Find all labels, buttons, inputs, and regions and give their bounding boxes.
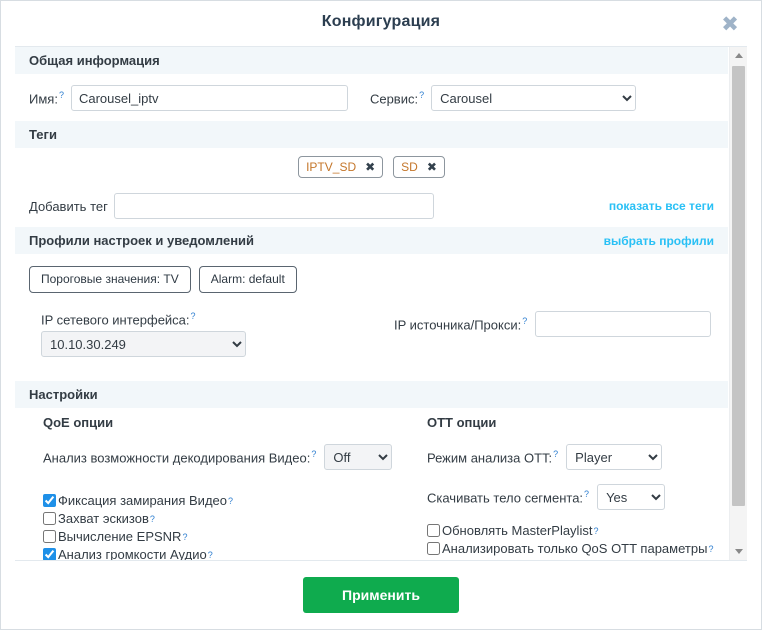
show-all-tags-link[interactable]: показать все теги [609,199,714,213]
service-label: Сервис:? [369,89,425,107]
proxy-ip-label: IP источника/Прокси:? [394,315,528,333]
name-input[interactable] [70,85,348,111]
scrollbar-thumb[interactable] [732,66,745,506]
dialog-content: Общая информация Имя:? Сервис:? Carousel… [15,47,728,560]
decode-analysis-label: Анализ возможности декодирования Видео:? [43,448,317,466]
section-title-tags: Теги [29,127,57,142]
settings-body: QoE опции Анализ возможности декодирован… [15,409,728,560]
decode-analysis-row: Анализ возможности декодирования Видео:?… [43,444,423,470]
checkbox-epsnr[interactable] [43,530,56,543]
checkbox-label-thumbnails[interactable]: Захват эскизов [58,511,149,526]
help-icon-name[interactable]: ? [59,90,64,100]
help-icon-ott-mode[interactable]: ? [553,449,558,459]
dialog-titlebar: Конфигурация ✖ [1,1,761,46]
ott-options-column: OTT опции Режим анализа OTT:? Player Ска… [427,415,728,558]
profile-button-threshold[interactable]: Пороговые значения: TV [29,265,191,293]
apply-button[interactable]: Применить [303,577,459,613]
configuration-dialog: Конфигурация ✖ Общая информация Имя:? Се… [0,0,762,630]
help-icon-audio-loudness[interactable]: ? [208,550,213,560]
segment-body-select[interactable]: Yes [597,484,666,510]
checkbox-video-freeze[interactable] [43,494,56,507]
help-icon-master-playlist[interactable]: ? [593,526,598,536]
help-icon-qos-only[interactable]: ? [708,544,713,554]
profile-buttons-row: Пороговые значения: TV Alarm: default [15,255,728,303]
general-info-row: Имя:? Сервис:? Carousel [15,75,728,121]
checkbox-label-audio-loudness[interactable]: Анализ громкости Аудио [58,547,207,560]
checkbox-row-audio-loudness: Анализ громкости Аудио ? [43,546,423,560]
content-scrollbar[interactable] [729,47,747,560]
checkbox-row-epsnr: Вычисление EPSNR ? [43,528,423,545]
checkbox-label-epsnr[interactable]: Вычисление EPSNR [58,529,181,544]
help-icon-thumbnails[interactable]: ? [150,514,155,524]
checkbox-row-master-playlist: Обновлять MasterPlaylist ? [427,522,728,539]
add-tag-input[interactable] [113,193,434,219]
checkbox-label-master-playlist[interactable]: Обновлять MasterPlaylist [442,523,592,538]
add-tag-label: Добавить тег [29,198,108,214]
ott-checkbox-list: Обновлять MasterPlaylist ? Анализировать… [427,522,728,557]
dialog-scroll-area: Общая информация Имя:? Сервис:? Carousel… [15,46,747,561]
network-block: IP сетевого интерфейса:? 10.10.30.249 IP… [15,303,728,381]
help-icon-segment-body[interactable]: ? [584,489,589,499]
close-icon[interactable]: ✖ [717,11,743,37]
proxy-ip-input[interactable] [535,311,712,337]
tag-chip[interactable]: SD ✖ [393,156,445,178]
add-tag-row: Добавить тег показать все теги [15,185,728,227]
section-title-settings: Настройки [29,387,98,402]
dialog-title: Конфигурация [321,13,441,30]
proxy-ip-group: IP источника/Прокси:? [394,311,712,337]
section-title-general: Общая информация [29,53,160,68]
ott-mode-row: Режим анализа OTT:? Player [427,444,728,470]
dialog-footer: Применить [1,561,761,629]
qoe-options-column: QoE опции Анализ возможности декодирован… [43,415,423,560]
scroll-up-icon[interactable] [730,47,747,64]
tag-label: SD [401,160,418,174]
checkbox-thumbnails[interactable] [43,512,56,525]
section-header-profiles: Профили настроек и уведомлений выбрать п… [15,227,728,255]
remove-tag-icon[interactable]: ✖ [365,161,375,173]
qoe-title: QoE опции [43,415,114,430]
help-icon-video-freeze[interactable]: ? [228,496,233,506]
remove-tag-icon[interactable]: ✖ [427,161,437,173]
checkbox-row-video-freeze: Фиксация замирания Видео ? [43,492,423,509]
tag-label: IPTV_SD [306,160,357,174]
checkbox-label-qos-only[interactable]: Анализировать только QoS OTT параметры [442,541,707,556]
interface-ip-label: IP сетевого интерфейса:? [41,311,196,328]
checkbox-qos-only[interactable] [427,542,440,555]
ott-title: OTT опции [427,415,497,430]
help-icon-decode[interactable]: ? [311,449,316,459]
help-icon-service[interactable]: ? [419,90,424,100]
decode-analysis-select[interactable]: Off [324,444,393,470]
checkbox-row-qos-only: Анализировать только QoS OTT параметры ? [427,540,728,557]
interface-ip-group: IP сетевого интерфейса:? 10.10.30.249 [41,311,246,358]
name-label: Имя:? [29,89,64,107]
checkbox-row-thumbnails: Захват эскизов ? [43,510,423,527]
service-select[interactable]: Carousel [431,85,637,111]
help-icon-interface[interactable]: ? [191,311,196,321]
ott-mode-select[interactable]: Player [566,444,663,470]
segment-body-row: Скачивать тело сегмента:? Yes [427,484,728,510]
section-header-settings: Настройки [15,381,728,409]
interface-ip-select[interactable]: 10.10.30.249 [41,331,246,358]
ott-mode-label: Режим анализа OTT:? [427,448,559,466]
tag-chip[interactable]: IPTV_SD ✖ [298,156,384,178]
checkbox-master-playlist[interactable] [427,524,440,537]
section-header-general: Общая информация [15,47,728,75]
scroll-down-icon[interactable] [730,543,747,560]
segment-body-label: Скачивать тело сегмента:? [427,488,590,506]
section-title-profiles: Профили настроек и уведомлений [29,233,255,248]
checkbox-audio-loudness[interactable] [43,548,56,560]
select-profiles-link[interactable]: выбрать профили [604,234,714,248]
checkbox-label-video-freeze[interactable]: Фиксация замирания Видео [58,493,227,508]
profile-button-alarm[interactable]: Alarm: default [198,265,297,293]
tag-chip-list: IPTV_SD ✖ SD ✖ [15,149,728,185]
qoe-checkbox-list: Фиксация замирания Видео ? Захват эскизо… [43,492,423,560]
section-header-tags: Теги [15,121,728,149]
help-icon-epsnr[interactable]: ? [182,532,187,542]
help-icon-proxy[interactable]: ? [522,316,527,326]
